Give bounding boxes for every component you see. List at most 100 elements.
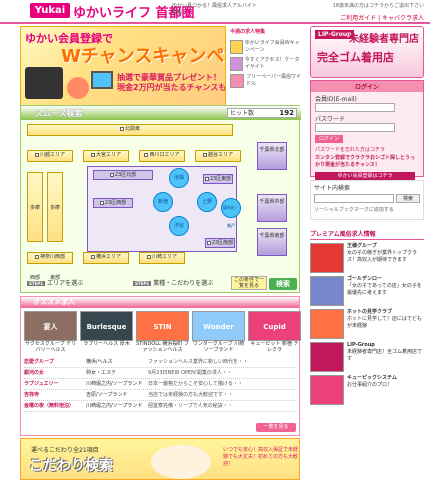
area-ueno[interactable]: 上野 — [197, 192, 217, 212]
tagline: ゆかい見つかる！風俗求人アルバイト情報 — [172, 3, 257, 16]
new-job-text: 今すぐアクセス！ケータイサイト — [244, 57, 300, 70]
lip-line2: 完全ゴム着用店 — [317, 51, 394, 64]
job-card-image: Burlesque — [80, 311, 133, 341]
search-button[interactable]: 検索 — [269, 278, 297, 290]
area-23ku-north[interactable]: 23区北部 — [93, 170, 153, 180]
view-all-button[interactable]: 一覧を見る — [256, 423, 296, 432]
password-input[interactable] — [315, 123, 395, 132]
smooth-search-panel: スムーズ検索 ヒット数 192 北関東 川越エリア 大宮エリア 西川口エリア 越谷… — [20, 105, 301, 293]
promo-subtitle: 運べるこだわり全21項目 — [31, 447, 99, 454]
area-shinjuku[interactable]: 新宿 — [153, 192, 173, 212]
area-chiba-central[interactable]: 千葉県中部 — [257, 194, 287, 222]
step2-category[interactable]: STEP2 業種・こだわりを選ぶ — [133, 278, 213, 287]
area-23ku-south[interactable]: 23区南部 — [205, 238, 235, 248]
new-job-text: フリーペーパー風俗ワイドル — [246, 74, 302, 87]
area-koshigaya[interactable]: 越谷エリア — [195, 150, 241, 162]
premium-item[interactable]: キューピックシステム お仕事紹介のプロ！ — [310, 375, 424, 405]
premium-image — [310, 276, 344, 306]
job-row[interactable]: ラブジュエリー 川崎堀之内/ソープランド 日本一厳格だからこそ安心して働ける・・ — [24, 379, 296, 390]
job-card-name: STINDOLL 横浜桜町 ファッションヘルス — [136, 341, 189, 353]
new-job-thumb — [230, 74, 245, 88]
area-chiba-north[interactable]: 千葉県北部 — [257, 142, 287, 170]
new-job-thumb — [230, 40, 243, 54]
area-23ku-west[interactable]: 23区西部 — [93, 198, 133, 208]
premium-title: プレミアム風俗求人情報 — [310, 230, 424, 240]
premium-item[interactable]: 王様グループ 女の子の稼ぎが業界トップクラス！高収入が期待できます — [310, 243, 424, 273]
area-yokohama[interactable]: 横浜エリア — [83, 252, 129, 264]
age-warning-link[interactable]: 18歳未満の方はコチラからご退出下さい — [333, 2, 424, 9]
premium-image — [310, 309, 344, 339]
area-kawasaki[interactable]: 川崎エリア — [139, 252, 185, 264]
job-card-name: ラブリーヘルス 厚木 — [83, 341, 130, 347]
job-row[interactable]: 吉祥寺 吉原/ソープランド 当店では未経験の方も大歓迎です・・ — [24, 390, 296, 401]
site-search-input[interactable] — [314, 194, 394, 203]
job-row[interactable]: 恋愛グループ 横浜/ヘルス ファッションヘルス業界に新しい時代を・・ — [24, 357, 296, 368]
site-search-button[interactable]: 検索 — [396, 194, 420, 203]
area-shibuya[interactable]: 渋谷 — [169, 216, 189, 236]
search-header: スムーズ検索 ヒット数 192 — [21, 106, 301, 120]
area-kita-kanto[interactable]: 北関東 — [27, 124, 233, 136]
id-label: 会員ID(E-mail) — [315, 96, 357, 103]
job-card-name: キューピット 新宿 テレクラ — [250, 341, 299, 353]
premium-jobs: プレミアム風俗求人情報 王様グループ 女の子の稼ぎが業界トップクラス！高収入が期待… — [310, 230, 424, 480]
hit-label: ヒット数 — [230, 110, 255, 117]
job-card-name: サクセスグループ デリバリーヘルス — [24, 341, 77, 353]
area-omiya[interactable]: 大宮エリア — [83, 150, 129, 162]
area-ikebukuro[interactable]: 池袋 — [169, 168, 189, 188]
job-card[interactable]: Wonder ワンダーグループ 川崎 ソープランド — [192, 311, 245, 353]
job-card-image: 宴人 — [24, 311, 77, 341]
new-job-item[interactable]: 今すぐアクセス！ケータイサイト — [230, 57, 302, 71]
login-panel: ログイン 会員ID(E-mail) パスワード ログイン パスワードを忘れた方は… — [310, 80, 424, 180]
area-tama-higashi[interactable]: 多摩東部 — [47, 172, 63, 281]
new-job-text: ゆかいライフ会員Wキャンペーン — [244, 40, 300, 53]
job-row[interactable]: 金曜の夜（無料宿泊） 川崎堀之内/ソープランド 個室寮完備・ソープで人気の秘訣・・ — [24, 401, 296, 412]
job-row[interactable]: 銀河の女 熟女・エステ 9月23日NEW OPEN!開業の求人・・ — [24, 368, 296, 379]
area-kanagawa-west[interactable]: 神奈川西部 — [27, 252, 73, 264]
new-job-item[interactable]: フリーペーパー風俗ワイドル — [230, 74, 302, 88]
job-card[interactable]: STIN STINDOLL 横浜桜町 ファッションヘルス — [136, 311, 189, 353]
view-list-button[interactable]: この条件で一覧を見る — [231, 276, 267, 290]
site-logo[interactable]: Yukai — [30, 3, 70, 18]
job-card-name: ワンダーグループ 川崎 ソープランド — [192, 341, 245, 353]
premium-image — [310, 342, 344, 372]
area-nishikawaguchi[interactable]: 西川口エリア — [139, 150, 185, 162]
game-console-image — [25, 67, 63, 99]
step1-area: STEP1 エリアを選ぶ — [27, 280, 84, 287]
header-links[interactable]: ご利用ガイド | キャバクラ求人 — [340, 13, 424, 22]
job-card[interactable]: Burlesque ラブリーヘルス 厚木 — [80, 311, 133, 353]
job-card-image: Cupid — [248, 311, 301, 341]
new-job-item[interactable]: ゆかいライフ会員Wキャンペーン — [230, 40, 302, 54]
premium-item[interactable]: ゴールデンロー 「女の子であっての店」女の子を最優先に考えます — [310, 276, 424, 306]
area-kawagoe[interactable]: 川越エリア — [27, 150, 73, 162]
register-button[interactable]: ゆかい会員登録はコチラ — [315, 172, 415, 180]
kodawari-search-banner[interactable]: 運べるこだわり全21項目 こだわり検索 いつでも安心！高収入保証で未経験でも大丈… — [20, 438, 300, 480]
area-kinshicho[interactable]: 錦糸町・亀戸 — [221, 198, 241, 228]
recommended-title: オススメ求人 — [21, 297, 299, 308]
banner-prize-text: 抽選で豪華賞品プレゼント！ 現金2万円が当たるチャンスも！ — [117, 73, 226, 92]
premium-item[interactable]: LIP-Group 未経験者専門店！全ゴム着用店です — [310, 342, 424, 372]
promo-text: いつでも安心！高収入保証で未経験でも大丈夫！初めての方も大歓迎！ — [223, 447, 299, 467]
register-promo-text: カンタン登録でクラクラおシゴト探しとうっかり現金が当たるチャンス！ — [315, 155, 416, 168]
hit-count-box: ヒット数 192 — [227, 108, 297, 118]
campaign-banner[interactable]: ゆかい会員登録で Wチャンスキャンペーン 抽選で豪華賞品プレゼント！現金2万円が… — [20, 26, 226, 106]
area-tama-nishi[interactable]: 多摩西部 — [27, 172, 43, 281]
lip-group-banner[interactable]: LIP-Group 未経験者専門店 完全ゴム着用店 — [310, 26, 424, 78]
social-bookmark-link[interactable]: ソーシャルブックマークに追加する — [314, 206, 420, 213]
password-label: パスワード — [315, 116, 346, 123]
new-jobs-title: 今週の求人特集 — [230, 29, 266, 35]
bag-image — [67, 77, 89, 99]
job-card-image: Wonder — [192, 311, 245, 341]
site-search-title: サイト内検索 — [314, 185, 351, 192]
tv-image — [91, 71, 113, 89]
banner-line2: Wチャンスキャンペーン — [61, 46, 225, 67]
login-button[interactable]: ログイン — [315, 135, 343, 143]
premium-item[interactable]: ホットの見学クラブ ホットに見学して！店にはでどもが未経験 — [310, 309, 424, 339]
id-input[interactable] — [315, 103, 395, 112]
site-header: Yukai ゆかいライフ 首都圏 ゆかい見つかる！風俗求人アルバイト情報 18歳… — [0, 0, 430, 24]
job-card[interactable]: Cupid キューピット 新宿 テレクラ — [248, 311, 301, 353]
area-chiba-south[interactable]: 千葉県南部 — [257, 228, 287, 256]
area-23ku-east[interactable]: 23区東部 — [203, 174, 233, 184]
site-search: サイト内検索 検索 ソーシャルブックマークに追加する — [310, 180, 424, 220]
forgot-password-link[interactable]: パスワードを忘れた方はコチラ — [315, 146, 419, 153]
job-card[interactable]: 宴人 サクセスグループ デリバリーヘルス — [24, 311, 77, 353]
